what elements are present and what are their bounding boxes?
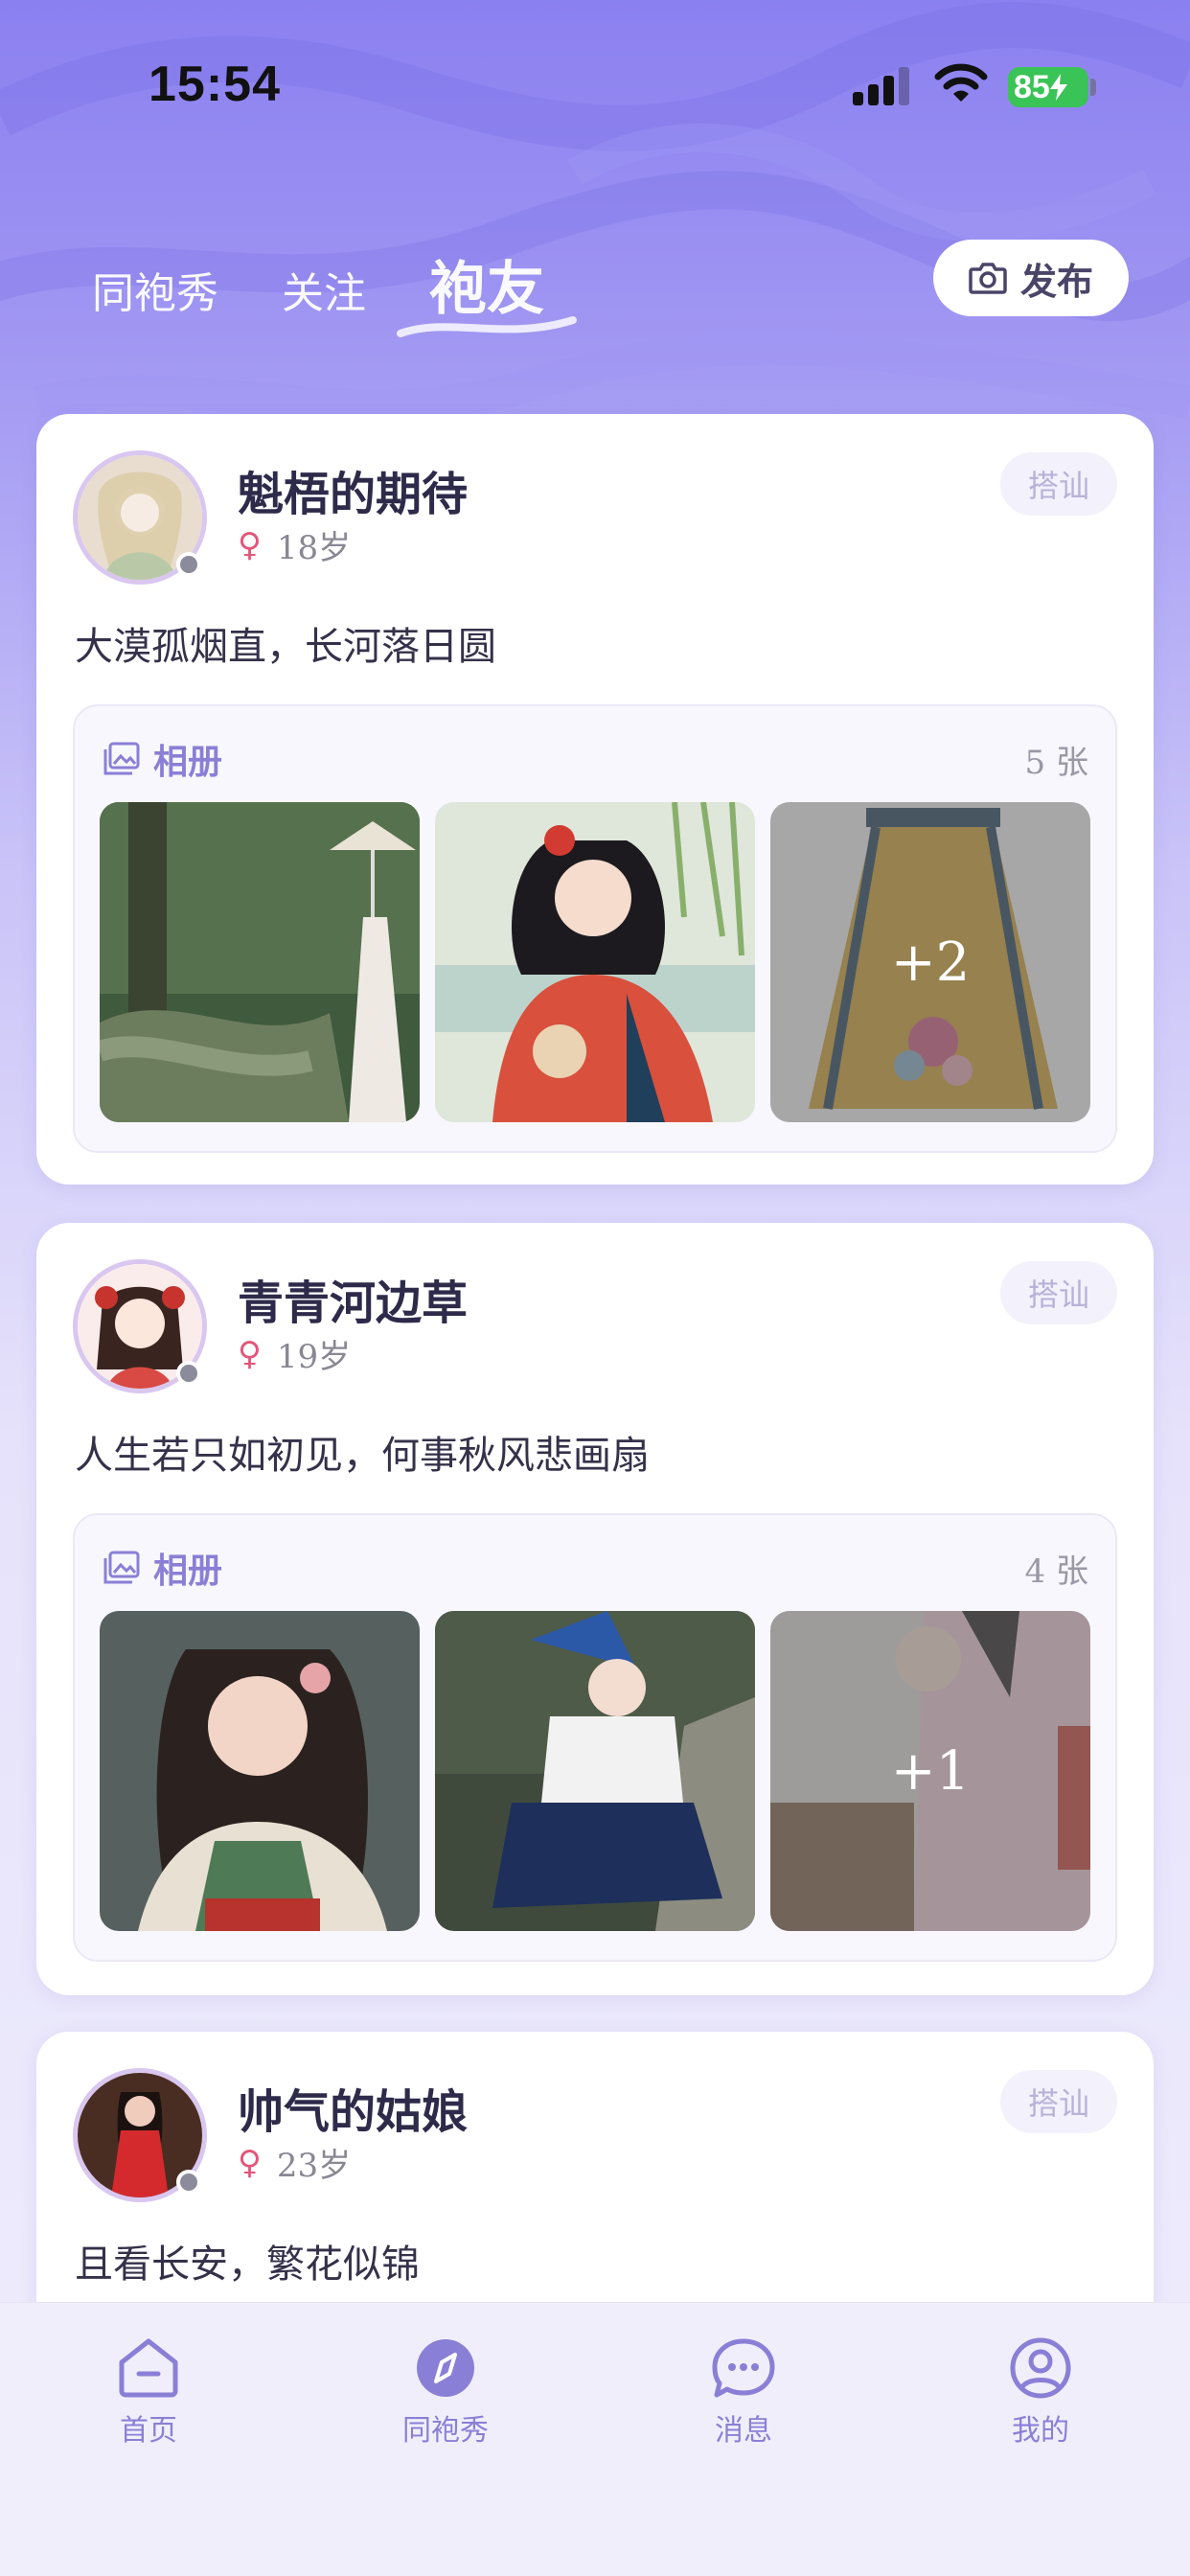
active-tab-indicator — [397, 316, 577, 337]
charging-icon — [1049, 74, 1067, 101]
online-status-dot — [176, 2170, 201, 2195]
nav-label-tongpaoxiu: 同袍秀 — [402, 2414, 489, 2448]
home-icon — [119, 2338, 178, 2398]
battery-cap — [1090, 79, 1096, 96]
profile-icon — [1010, 2337, 1071, 2399]
nav-item-tongpaoxiu[interactable]: 同袍秀 — [369, 2337, 522, 2449]
tab-paoyou[interactable]: 袍友 — [397, 242, 577, 337]
compass-icon — [417, 2339, 474, 2397]
camera-icon — [969, 263, 1007, 294]
user-meta: ♀ 19岁 — [238, 1330, 351, 1377]
user-card[interactable]: 魁梧的期待 ♀ 18岁 搭讪 大漠孤烟直，长河落日圆 相册 5 张 +2 — [36, 414, 1154, 1184]
tab-tongpaoxiu[interactable]: 同袍秀 — [92, 259, 218, 326]
more-photos-count: +1 — [770, 1611, 1090, 1931]
album-icon — [103, 742, 140, 775]
online-status-dot — [176, 1361, 201, 1386]
bio: 人生若只如初见，何事秋风悲画扇 — [75, 1434, 650, 1478]
message-icon — [712, 2338, 775, 2398]
battery-level: 85 — [1014, 68, 1050, 105]
female-icon: ♀ — [238, 2143, 262, 2182]
album-photo[interactable]: +1 — [770, 1611, 1090, 1931]
tab-follow[interactable]: 关注 — [282, 259, 366, 326]
chat-up-button[interactable]: 搭讪 — [1000, 452, 1117, 516]
album-photo[interactable] — [435, 802, 755, 1122]
user-meta: ♀ 18岁 — [238, 521, 351, 568]
album-icon — [103, 1551, 140, 1584]
username[interactable]: 青青河边草 — [238, 1265, 468, 1332]
signal-icon — [853, 67, 909, 105]
chat-up-button[interactable]: 搭讪 — [1000, 2070, 1117, 2133]
age: 18岁 — [276, 529, 352, 567]
nav-label-messages: 消息 — [715, 2414, 772, 2448]
album-thumbnails: +2 — [100, 802, 1090, 1122]
top-tabs: 同袍秀 关注 袍友 — [92, 240, 607, 337]
age: 23岁 — [276, 2147, 352, 2185]
photo-fan-image — [435, 1611, 755, 1931]
album-title: 相册 — [153, 1552, 223, 1591]
album-photo[interactable] — [100, 1611, 420, 1931]
nav-item-profile[interactable]: 我的 — [964, 2337, 1117, 2449]
album[interactable]: 相册 5 张 +2 — [73, 704, 1117, 1153]
user-card[interactable]: 青青河边草 ♀ 19岁 搭讪 人生若只如初见，何事秋风悲画扇 相册 4 张 +1 — [36, 1223, 1154, 1995]
user-meta: ♀ 23岁 — [238, 2139, 351, 2186]
bio: 且看长安，繁花似锦 — [75, 2242, 420, 2287]
more-photos-count: +2 — [770, 802, 1090, 1122]
bio: 大漠孤烟直，长河落日圆 — [75, 625, 496, 669]
wifi-icon — [934, 63, 988, 102]
nav-item-home[interactable]: 首页 — [72, 2337, 225, 2449]
nav-item-messages[interactable]: 消息 — [667, 2337, 820, 2449]
female-icon: ♀ — [238, 1334, 262, 1373]
chat-up-button[interactable]: 搭讪 — [1000, 1261, 1117, 1324]
username[interactable]: 帅气的姑娘 — [238, 2074, 468, 2141]
female-icon: ♀ — [238, 525, 262, 564]
album-thumbnails: +1 — [100, 1611, 1090, 1931]
album-count: 4 张 — [1024, 1552, 1088, 1591]
album-count: 5 张 — [1024, 743, 1088, 782]
nav-label-profile: 我的 — [1012, 2414, 1069, 2448]
photo-portrait-image — [100, 1611, 420, 1931]
username[interactable]: 魁梧的期待 — [238, 456, 468, 523]
album-photo[interactable] — [100, 802, 420, 1122]
publish-button[interactable]: 发布 — [933, 240, 1129, 316]
album[interactable]: 相册 4 张 +1 — [73, 1513, 1117, 1962]
status-bar: 15:54 85 — [0, 0, 1190, 144]
album-title: 相册 — [153, 743, 223, 782]
bottom-navigation: 首页 同袍秀 消息 我的 — [0, 2302, 1190, 2576]
publish-label: 发布 — [1019, 260, 1093, 303]
album-photo[interactable] — [435, 1611, 755, 1931]
online-status-dot — [176, 552, 201, 577]
nav-label-home: 首页 — [120, 2414, 177, 2448]
battery-indicator: 85 — [1008, 67, 1088, 107]
status-time: 15:54 — [149, 57, 281, 112]
age: 19岁 — [276, 1338, 352, 1376]
album-header: 相册 4 张 — [103, 1544, 1088, 1592]
album-header: 相册 5 张 — [103, 735, 1088, 783]
photo-garden-image — [100, 802, 420, 1122]
album-photo[interactable]: +2 — [770, 802, 1090, 1122]
photo-hanfu-lady-image — [435, 802, 755, 1122]
